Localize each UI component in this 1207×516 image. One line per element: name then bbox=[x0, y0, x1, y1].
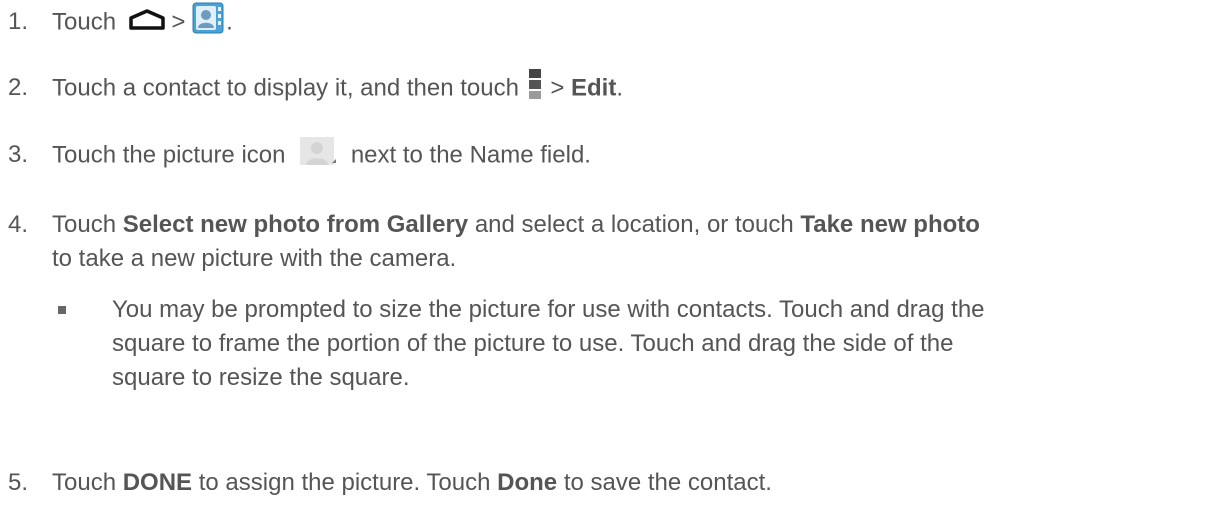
step-number: 3. bbox=[8, 141, 29, 169]
step-number: 4. bbox=[8, 211, 29, 238]
select-gallery-label: Select new photo from Gallery bbox=[122, 211, 469, 238]
separator: > bbox=[171, 8, 186, 36]
menu-icon bbox=[528, 68, 542, 110]
home-icon bbox=[128, 6, 165, 40]
step-1: 1. Touch > . bbox=[8, 2, 1199, 44]
done-upper-label: DONE bbox=[122, 469, 193, 496]
bullet-line-2: square to frame the portion of the pictu… bbox=[112, 330, 954, 357]
step-text: Touch bbox=[52, 8, 117, 36]
step-text-after: next to the Name field. bbox=[350, 141, 591, 169]
bullet-square-icon bbox=[58, 306, 66, 314]
done-label: Done bbox=[497, 469, 558, 496]
edit-label: Edit bbox=[571, 74, 617, 102]
step-2: 2. Touch a contact to display it, and the… bbox=[8, 68, 1199, 110]
contacts-app-icon bbox=[192, 2, 226, 44]
step-4-continuation: to take a new picture with the camera. bbox=[52, 245, 457, 272]
step-text: Touch the picture icon bbox=[52, 141, 286, 169]
step-4: 4. Touch Select new photo from Gallery an… bbox=[8, 208, 1199, 242]
step-3: 3. Touch the picture icon next to the Nam… bbox=[8, 137, 1199, 175]
step-number: 5. bbox=[8, 469, 29, 496]
bullet-line-1: You may be prompted to size the picture … bbox=[112, 296, 985, 323]
step-5: 5. Touch DONE to assign the picture. Touc… bbox=[8, 466, 1199, 500]
bullet-line-3: square to resize the square. bbox=[112, 364, 410, 391]
step-number: 2. bbox=[8, 74, 29, 102]
separator: > bbox=[550, 74, 565, 102]
step-text: Touch a contact to display it, and then … bbox=[52, 74, 519, 102]
contact-picture-icon bbox=[296, 137, 340, 175]
take-photo-label: Take new photo bbox=[800, 211, 980, 238]
step-number: 1. bbox=[8, 8, 29, 36]
